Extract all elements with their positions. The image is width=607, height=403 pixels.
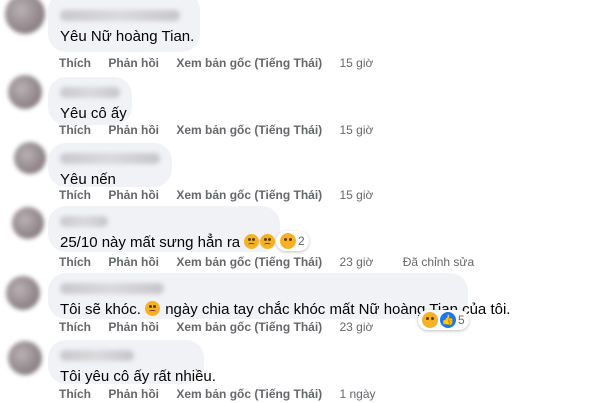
commenter-name[interactable] [60,283,164,294]
see-original-button[interactable]: Xem bản gốc (Tiếng Thái) [176,387,322,401]
sad-emoji-icon [244,234,260,249]
commenter-name[interactable] [60,216,108,227]
reply-button[interactable]: Phản hồi [108,387,159,401]
comment-text-part: Tôi sẽ khóc. [60,301,141,318]
like-button[interactable]: Thích [59,320,91,334]
comment-bubble: 25/10 này mất sưng hẳn ra ᴊᴍ [48,206,293,254]
reply-button[interactable]: Phản hồi [108,56,159,70]
like-button[interactable]: Thích [59,255,91,269]
see-original-button[interactable]: Xem bản gốc (Tiếng Thái) [176,56,322,70]
comment-bubble: Yêu Nữ hoàng Tian. [48,0,200,52]
comment-actions: Thích Phản hồi Xem bản gốc (Tiếng Thái) … [59,188,387,202]
sad-emoji-icon [260,234,276,249]
reply-button[interactable]: Phản hồi [108,320,159,334]
like-button[interactable]: Thích [59,123,91,137]
comment-actions: Thích Phản hồi Xem bản gốc (Tiếng Thái) … [59,123,387,137]
comment-bubble: Yêu nến [48,143,172,188]
avatar[interactable] [14,142,46,174]
see-original-button[interactable]: Xem bản gốc (Tiếng Thái) [176,188,322,202]
comment-actions: Thích Phản hồi Xem bản gốc (Tiếng Thái) … [59,320,387,334]
reaction-summary[interactable]: 2 [276,231,309,251]
avatar[interactable] [12,207,44,239]
timestamp[interactable]: 15 giờ [340,56,374,70]
avatar[interactable] [5,0,45,34]
timestamp[interactable]: 1 ngày [340,387,376,401]
commenter-name[interactable] [60,153,160,164]
avatar[interactable] [8,75,42,109]
reply-button[interactable]: Phản hồi [108,123,159,137]
comment-text: 25/10 này mất sưng hẳn ra ᴊᴍ [60,233,293,254]
reply-button[interactable]: Phản hồi [108,255,159,269]
comment-bubble: Tôi yêu cô ấy rất nhiều. [48,340,216,385]
timestamp[interactable]: 15 giờ [340,188,374,202]
like-button[interactable]: Thích [59,188,91,202]
timestamp[interactable]: 23 giờ [340,255,374,269]
see-original-button[interactable]: Xem bản gốc (Tiếng Thái) [176,123,322,137]
comment-actions: Thích Phản hồi Xem bản gốc (Tiếng Thái) … [59,56,387,70]
sad-reaction-icon [280,233,296,249]
comment-actions: Thích Phản hồi Xem bản gốc (Tiếng Thái) … [59,387,390,401]
timestamp[interactable]: 15 giờ [340,123,374,137]
comment-bubble: Yêu cô ấy [48,77,132,125]
comment-text: Yêu Nữ hoàng Tian. [60,28,195,45]
comment-bubble: Tôi sẽ khóc. ngày chia tay chắc khóc mất… [48,273,510,319]
comment-text: Tôi yêu cô ấy rất nhiều. [60,368,216,385]
see-original-button[interactable]: Xem bản gốc (Tiếng Thái) [176,255,322,269]
reaction-count: 2 [298,234,305,248]
like-button[interactable]: Thích [59,387,91,401]
crying-emoji-icon [145,301,161,316]
sad-reaction-icon [422,312,438,328]
commenter-name[interactable] [60,350,134,361]
reaction-count: 5 [458,313,465,327]
commenter-name[interactable] [60,87,120,98]
reply-button[interactable]: Phản hồi [108,188,159,202]
comment-text: Yêu cô ấy [60,105,127,122]
avatar[interactable] [8,341,42,375]
see-original-button[interactable]: Xem bản gốc (Tiếng Thái) [176,320,322,334]
like-reaction-icon: 👍 [440,312,456,328]
comment-text-part: 25/10 này mất sưng hẳn ra [60,234,241,251]
comment-text: Tôi sẽ khóc. ngày chia tay chắc khóc mất… [60,300,510,319]
avatar[interactable] [6,276,40,310]
comment-text: Yêu nến [60,171,116,188]
timestamp[interactable]: 23 giờ [340,320,374,334]
like-button[interactable]: Thích [59,56,91,70]
commenter-name[interactable] [60,10,180,21]
edited-label[interactable]: Đã chỉnh sửa [403,255,474,269]
reaction-summary[interactable]: 👍 5 [418,310,469,330]
comment-actions: Thích Phản hồi Xem bản gốc (Tiếng Thái) … [59,255,488,269]
